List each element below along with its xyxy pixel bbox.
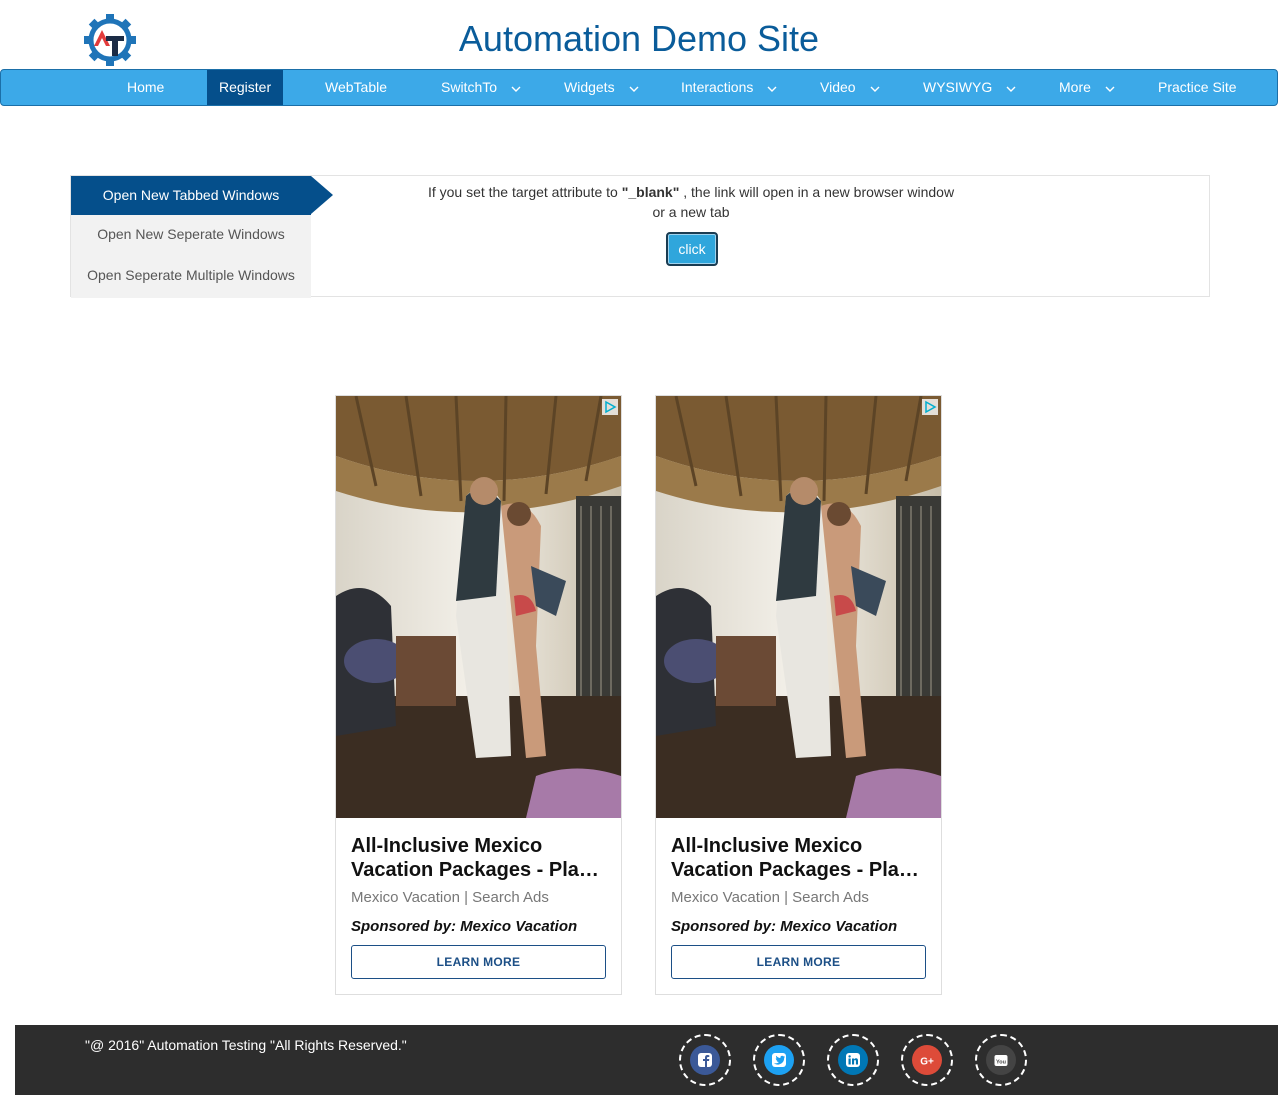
active-tab-arrow	[311, 176, 333, 214]
ad-source: Mexico Vacation | Search Ads	[671, 889, 869, 906]
ad-title[interactable]: All-Inclusive Mexico Vacation Packages -…	[671, 834, 931, 882]
tab-open-new-seperate-windows[interactable]: Open New Seperate Windows	[71, 226, 311, 242]
nav-more-label: More	[1059, 79, 1091, 95]
ad-sponsor: Sponsored by: Mexico Vacation	[351, 918, 578, 935]
description-suffix: , the link will open in a new browser wi…	[679, 184, 955, 200]
nav-practice-site-label: Practice Site	[1158, 79, 1237, 95]
nav-video[interactable]: Video	[820, 70, 880, 105]
tab-open-seperate-multiple-windows[interactable]: Open Seperate Multiple Windows	[71, 267, 311, 283]
ad-title-line1: All-Inclusive Mexico	[671, 835, 863, 857]
svg-text:You: You	[996, 1059, 1006, 1065]
google-plus-icon: G+	[912, 1045, 942, 1075]
description-prefix: If you set the target attribute to	[427, 184, 622, 200]
ad-title-line1: All-Inclusive Mexico	[351, 835, 543, 857]
nav-widgets[interactable]: Widgets	[564, 70, 639, 105]
nav-widgets-label: Widgets	[564, 79, 615, 95]
tab-label: Open Seperate Multiple Windows	[87, 267, 295, 283]
tab-description: If you set the target attribute to "_bla…	[401, 182, 981, 222]
nav-practice-site[interactable]: Practice Site	[1158, 70, 1237, 105]
learn-more-button[interactable]: LEARN MORE	[671, 945, 926, 979]
chevron-down-icon	[1105, 72, 1115, 107]
ad-card[interactable]: All-Inclusive Mexico Vacation Packages -…	[655, 395, 942, 995]
ad-choices-icon[interactable]	[922, 399, 938, 415]
nav-home[interactable]: Home	[127, 70, 164, 105]
nav-home-label: Home	[127, 79, 165, 95]
ad-card[interactable]: All-Inclusive Mexico Vacation Packages -…	[335, 395, 622, 995]
tab-label: Open New Seperate Windows	[97, 226, 285, 242]
ad-image[interactable]	[336, 396, 621, 818]
nav-switchto-label: SwitchTo	[441, 79, 498, 95]
main-navbar: Home Register WebTable SwitchTo Widgets …	[0, 69, 1278, 106]
nav-register-label: Register	[219, 79, 272, 95]
ad-title-line2: Vacation Packages - Pla…	[671, 859, 919, 881]
tab-label: Open New Tabbed Windows	[102, 187, 280, 203]
youtube-link[interactable]: You	[975, 1034, 1027, 1086]
twitter-link[interactable]	[753, 1034, 805, 1086]
chevron-down-icon	[629, 72, 639, 107]
nav-video-label: Video	[820, 79, 856, 95]
ad-title-line2: Vacation Packages - Pla…	[351, 859, 599, 881]
svg-text:G+: G+	[920, 1057, 934, 1068]
page-title: Automation Demo Site	[458, 18, 820, 59]
facebook-link[interactable]	[679, 1034, 731, 1086]
nav-wysiwyg[interactable]: WYSIWYG	[923, 70, 1016, 105]
ad-source: Mexico Vacation | Search Ads	[351, 889, 549, 906]
nav-more[interactable]: More	[1059, 70, 1115, 105]
chevron-down-icon	[767, 72, 777, 107]
ad-sponsor: Sponsored by: Mexico Vacation	[671, 918, 898, 935]
chevron-down-icon	[1006, 72, 1016, 107]
tab-open-new-tabbed-windows[interactable]: Open New Tabbed Windows	[71, 176, 311, 215]
linkedin-icon	[838, 1045, 868, 1075]
nav-register[interactable]: Register	[207, 70, 284, 105]
nav-wysiwyg-label: WYSIWYG	[923, 79, 993, 95]
chevron-down-icon	[511, 72, 521, 107]
ad-title[interactable]: All-Inclusive Mexico Vacation Packages -…	[351, 834, 611, 882]
youtube-icon: You	[986, 1045, 1016, 1075]
click-button[interactable]: click	[666, 232, 718, 266]
nav-interactions-label: Interactions	[681, 79, 754, 95]
ad-image[interactable]	[656, 396, 941, 818]
description-code: "_blank"	[621, 184, 680, 200]
nav-webtable-label: WebTable	[325, 79, 388, 95]
nav-switchto[interactable]: SwitchTo	[441, 70, 521, 105]
twitter-icon	[764, 1045, 794, 1075]
windows-panel: Open New Tabbed Windows Open New Seperat…	[70, 175, 1210, 298]
description-line2: or a new tab	[652, 204, 730, 220]
linkedin-link[interactable]	[827, 1034, 879, 1086]
footer: "@ 2016" Automation Testing "All Rights …	[15, 1025, 1278, 1095]
google-plus-link[interactable]: G+	[901, 1034, 953, 1086]
nav-webtable[interactable]: WebTable	[325, 70, 387, 105]
ad-choices-icon[interactable]	[602, 399, 618, 415]
copyright-text: "@ 2016" Automation Testing "All Rights …	[85, 1037, 407, 1053]
chevron-down-icon	[870, 72, 880, 107]
windows-sidebar: Open New Tabbed Windows Open New Seperat…	[71, 176, 311, 298]
learn-more-button[interactable]: LEARN MORE	[351, 945, 606, 979]
nav-interactions[interactable]: Interactions	[681, 70, 777, 105]
facebook-icon	[690, 1045, 720, 1075]
